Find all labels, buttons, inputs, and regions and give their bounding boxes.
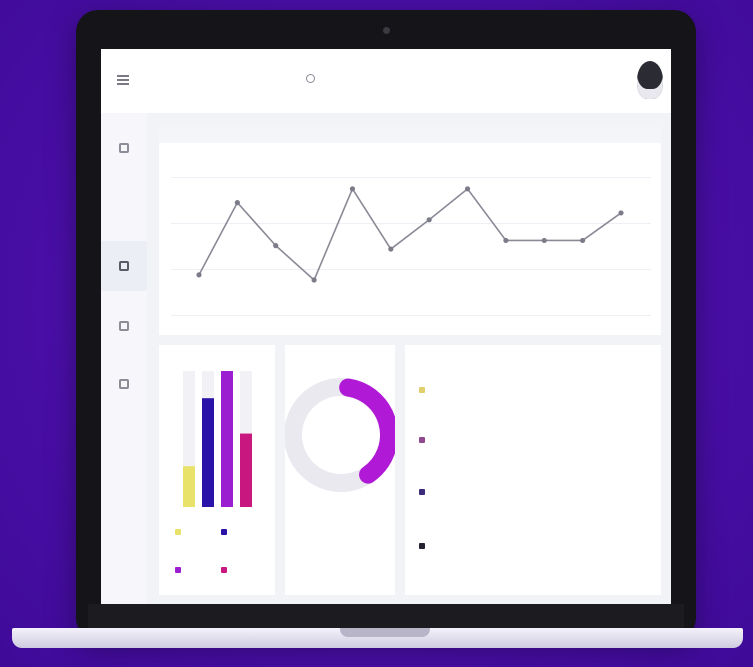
legend-swatch: [175, 529, 181, 535]
laptop-screen: [101, 49, 671, 604]
line-point: [311, 277, 317, 283]
search-icon[interactable]: [306, 74, 315, 83]
breadcrumb: [171, 73, 197, 81]
bar-chart: [183, 371, 252, 507]
line-point: [426, 217, 432, 223]
list-bullet: [419, 543, 425, 549]
webcam-icon: [383, 27, 390, 34]
line-series: [198, 187, 622, 282]
laptop-notch: [340, 628, 430, 637]
list-bullet: [419, 489, 425, 495]
line-point: [541, 237, 547, 244]
settings-icon[interactable]: [119, 379, 129, 389]
legend-item-1: [175, 529, 185, 536]
line-point: [464, 186, 471, 192]
line-point: [196, 272, 202, 278]
bar: [202, 398, 214, 507]
list-item[interactable]: [419, 383, 649, 419]
list-bullet: [419, 437, 425, 443]
donut-slice: [339, 378, 395, 484]
menu-icon[interactable]: [117, 73, 129, 85]
legend-swatch: [221, 567, 227, 573]
list-item[interactable]: [419, 433, 649, 469]
bar-chart-panel: [159, 345, 275, 595]
edit-icon[interactable]: [119, 261, 129, 271]
list-item[interactable]: [419, 485, 649, 521]
line-point: [388, 246, 394, 252]
bar: [240, 433, 252, 507]
user-avatar[interactable]: [637, 61, 663, 99]
line-point: [234, 200, 240, 206]
legend-item-2: [221, 529, 231, 536]
bar: [221, 371, 233, 507]
legend-item-4: [221, 567, 231, 574]
home-icon[interactable]: [119, 143, 129, 153]
line-point: [273, 243, 279, 249]
list-item[interactable]: [419, 539, 649, 575]
line-chart-panel: [159, 127, 661, 335]
legend-swatch: [221, 529, 227, 535]
list-bullet: [419, 387, 425, 393]
sidebar: [101, 113, 147, 604]
bar: [183, 466, 195, 507]
donut-chart-panel: [285, 345, 395, 595]
line-point: [349, 186, 356, 192]
legend-swatch: [175, 567, 181, 573]
line-point: [580, 237, 586, 244]
legend-item-3: [175, 567, 185, 574]
line-chart: [196, 186, 624, 283]
user-info-text: [567, 69, 611, 95]
line-point: [618, 210, 624, 216]
top-bar: [101, 49, 671, 113]
chart-icon[interactable]: [119, 321, 129, 331]
line-point: [503, 237, 509, 244]
activity-list-panel: [405, 345, 661, 595]
donut-chart: [285, 378, 395, 492]
